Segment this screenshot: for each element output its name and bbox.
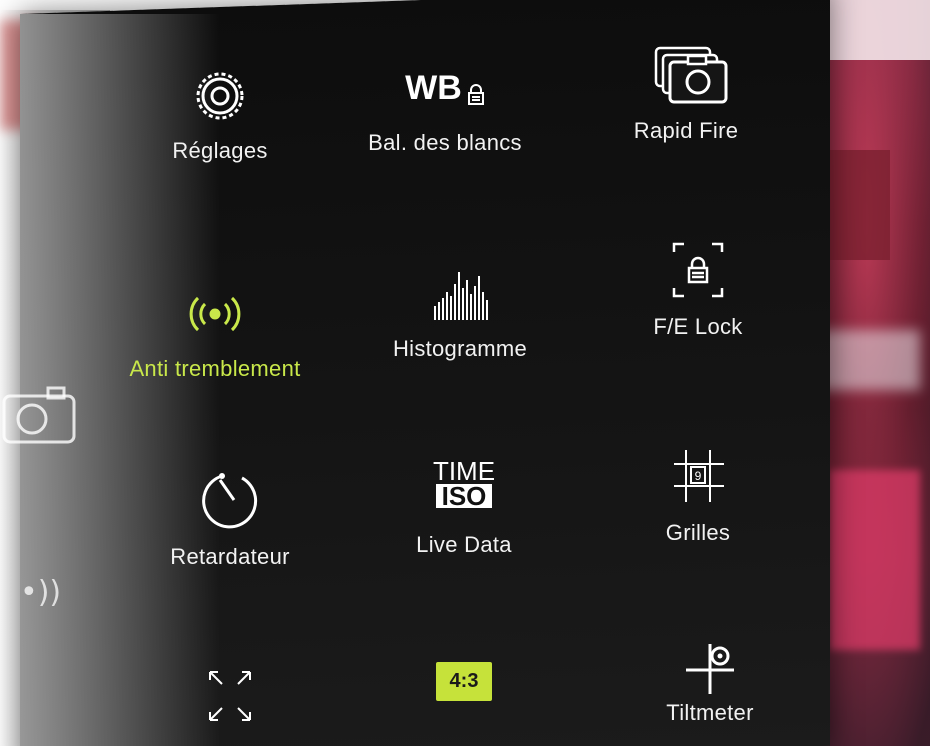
menu-item-expand[interactable] xyxy=(130,664,330,738)
viewfinder-shape xyxy=(830,470,920,650)
menu-item-tiltmeter[interactable]: Tiltmeter xyxy=(610,634,810,726)
gear-icon xyxy=(160,64,280,128)
menu-item-retardateur[interactable]: Retardateur xyxy=(130,470,330,570)
tiltmeter-icon xyxy=(650,634,770,698)
menu-item-label: Grilles xyxy=(665,520,731,545)
wb-icon-text: WB xyxy=(405,69,462,107)
grid-icon: 9 xyxy=(638,446,758,510)
wb-lock-icon: WB xyxy=(385,56,505,120)
menu-item-label: Retardateur xyxy=(170,544,290,569)
menu-item-label: Bal. des blancs xyxy=(368,130,522,155)
menu-item-label: Histogramme xyxy=(392,336,528,361)
menu-item-white-balance[interactable]: WB Bal. des blancs xyxy=(345,56,545,156)
menu-item-aspect-ratio[interactable]: 4:3 xyxy=(364,646,564,711)
menu-item-grilles[interactable]: 9 Grilles xyxy=(598,446,798,546)
menu-item-histogramme[interactable]: Histogramme xyxy=(360,262,560,362)
menu-item-label: Tiltmeter xyxy=(666,700,754,725)
menu-item-rapid-fire[interactable]: Rapid Fire xyxy=(586,44,786,144)
expand-arrows-icon xyxy=(170,664,290,728)
camera-icon[interactable] xyxy=(2,384,78,446)
menu-item-label: F/E Lock xyxy=(653,314,743,339)
menu-item-label: Anti tremblement xyxy=(129,356,301,381)
histogram-icon xyxy=(400,262,520,326)
camera-screen: •)) Réglages WB Bal. des blancs Rapid Fi… xyxy=(0,0,930,746)
live-data-icon: TIME ISO xyxy=(404,458,524,522)
focus-lock-icon xyxy=(638,240,758,304)
menu-item-reglages[interactable]: Réglages xyxy=(120,64,320,164)
menu-item-label: Live Data xyxy=(416,532,512,557)
stabilizer-icon xyxy=(155,282,275,346)
svg-text:9: 9 xyxy=(695,469,702,483)
aspect-ratio-icon: 4:3 xyxy=(435,662,493,701)
menu-item-live-data[interactable]: TIME ISO Live Data xyxy=(364,458,564,558)
stabilizer-icon[interactable]: •)) xyxy=(20,575,61,610)
menu-item-anti-tremblement[interactable]: Anti tremblement xyxy=(115,282,315,382)
burst-camera-icon xyxy=(626,44,746,108)
menu-item-label: Réglages xyxy=(172,138,268,163)
iso-text: ISO xyxy=(435,483,493,509)
timer-icon xyxy=(170,470,290,534)
menu-item-label: Rapid Fire xyxy=(633,118,739,143)
menu-item-fe-lock[interactable]: F/E Lock xyxy=(598,240,798,340)
